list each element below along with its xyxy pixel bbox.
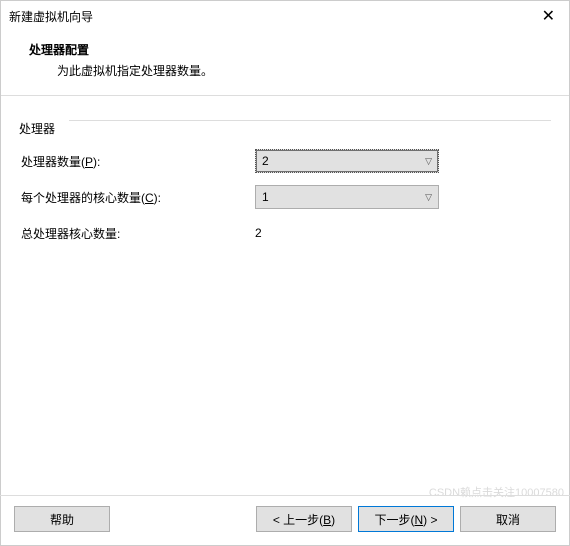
select-processor-count[interactable]: 2 ▽ [255,149,439,173]
close-icon[interactable]: ✕ [538,6,559,26]
page-subtitle: 为此虚拟机指定处理器数量。 [29,62,549,79]
cancel-button[interactable]: 取消 [460,506,556,532]
window-title: 新建虚拟机向导 [9,8,93,25]
group-legend: 处理器 [19,120,59,137]
page-title: 处理器配置 [29,41,549,58]
footer: 帮助 < 上一步(B) 下一步(N) > 取消 [0,495,570,546]
row-total-cores: 总处理器核心数量: 2 [19,221,551,245]
content-area: 处理器 处理器数量(P): 2 ▽ 每个处理器的核心数量(C): 1 ▽ 总处理… [1,96,569,267]
select-cores-per-processor[interactable]: 1 ▽ [255,185,439,209]
row-cores-per-processor: 每个处理器的核心数量(C): 1 ▽ [19,185,551,209]
select-processor-count-value: 2 [262,154,269,168]
wizard-header: 处理器配置 为此虚拟机指定处理器数量。 [1,31,569,95]
next-button[interactable]: 下一步(N) > [358,506,454,532]
processor-group: 处理器 处理器数量(P): 2 ▽ 每个处理器的核心数量(C): 1 ▽ 总处理… [19,112,551,245]
row-processor-count: 处理器数量(P): 2 ▽ [19,149,551,173]
label-cores-per-processor: 每个处理器的核心数量(C): [19,189,255,206]
chevron-down-icon: ▽ [425,156,432,167]
titlebar: 新建虚拟机向导 ✕ [1,1,569,31]
back-button[interactable]: < 上一步(B) [256,506,352,532]
select-cores-per-value: 1 [262,190,269,204]
label-total-cores: 总处理器核心数量: [19,225,255,242]
label-processor-count: 处理器数量(P): [19,153,255,170]
chevron-down-icon: ▽ [425,192,432,203]
help-button[interactable]: 帮助 [14,506,110,532]
value-total-cores: 2 [255,226,262,240]
